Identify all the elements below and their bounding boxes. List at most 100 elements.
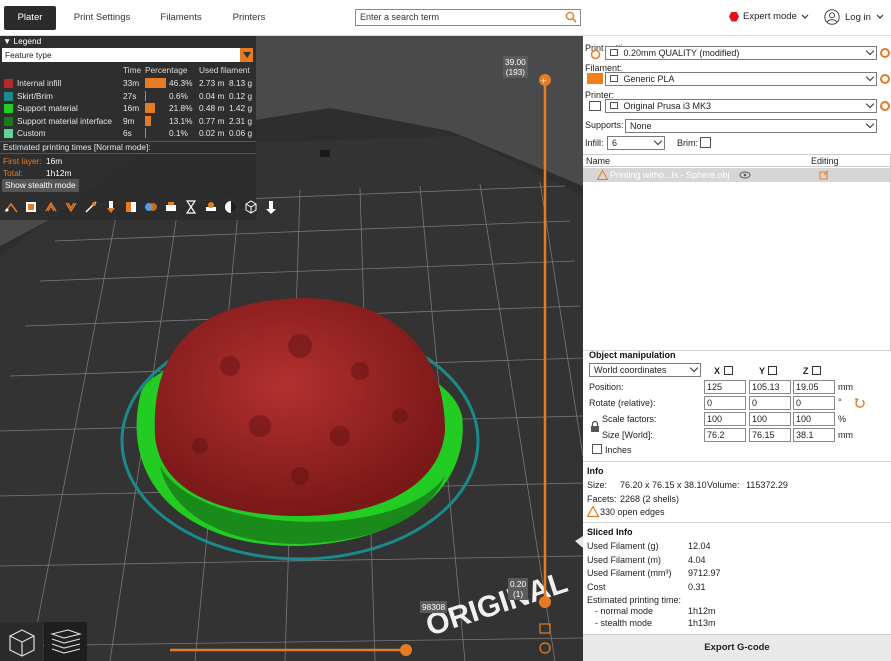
position-y-input[interactable]: 105.13	[749, 380, 791, 394]
scale-x-input[interactable]: 100	[704, 412, 746, 426]
chevron-down-icon	[865, 46, 875, 56]
dropdown-arrow-icon	[240, 48, 253, 62]
show-stealth-mode-button[interactable]: Show stealth mode	[2, 179, 79, 192]
search-input[interactable]: Enter a search term	[355, 9, 581, 26]
stealth-mode-label: - stealth mode	[595, 618, 653, 628]
export-gcode-button[interactable]: Export G-code	[583, 634, 891, 661]
eye-icon[interactable]	[739, 171, 751, 179]
legend-color-swatch	[4, 91, 13, 101]
legend-row[interactable]: Skirt/Brim 27s 0.6% 0.04 m 0.12 g	[0, 90, 256, 102]
object-name: Printing witho...ls - Sphere.obj	[610, 170, 730, 180]
legend-time: 16m	[123, 103, 140, 113]
rotate-z-input[interactable]: 0	[793, 396, 835, 410]
legend-percentage: 21.8%	[169, 103, 193, 113]
legend-title: Legend	[13, 36, 42, 46]
axis-x-icon	[724, 366, 733, 375]
legend-row[interactable]: Support material interface 9m 13.1% 0.77 m 2…	[0, 115, 256, 127]
layers-icon	[50, 629, 82, 654]
move-slider-handle[interactable]	[400, 644, 412, 656]
login-button[interactable]: Log in	[824, 9, 884, 25]
printer-select[interactable]: Original Prusa i3 MK3	[605, 99, 877, 113]
scale-z-input[interactable]: 100	[793, 412, 835, 426]
legend-color-swatch	[4, 79, 13, 88]
filament-color-swatch[interactable]	[587, 73, 603, 84]
search-icon[interactable]	[565, 11, 577, 23]
edit-icon[interactable]	[819, 170, 829, 180]
object-list-item[interactable]: Printing witho...ls - Sphere.obj	[583, 168, 890, 182]
tab-filaments[interactable]: Filaments	[150, 6, 212, 30]
legend-header[interactable]: ▼ Legend	[0, 36, 256, 47]
layer-top-label: 39.00 (193)	[503, 56, 528, 78]
tab-plater[interactable]: Plater	[4, 6, 56, 30]
col-name: Name	[586, 156, 611, 166]
retractions-icon[interactable]	[43, 199, 59, 215]
printer-value: Original Prusa i3 MK3	[623, 101, 712, 111]
tab-printers[interactable]: Printers	[222, 6, 276, 30]
preview-button[interactable]	[44, 622, 87, 661]
view-3d-button[interactable]	[0, 622, 43, 661]
brim-checkbox[interactable]	[700, 137, 711, 148]
gear-icon[interactable]	[880, 74, 890, 84]
gear-icon[interactable]	[880, 48, 890, 58]
size-x-input[interactable]: 76.2	[704, 428, 746, 442]
position-z-input[interactable]: 19.05	[793, 380, 835, 394]
print-settings-select[interactable]: 0.20mm QUALITY (modified)	[605, 46, 877, 60]
shells-icon[interactable]	[223, 199, 239, 215]
supports-select[interactable]: None	[625, 119, 877, 133]
mode-label: Expert mode	[743, 11, 797, 22]
travel-icon[interactable]	[3, 199, 19, 215]
chevron-down-icon	[865, 99, 875, 109]
reset-rotation-icon[interactable]	[854, 397, 865, 408]
tool-marker-icon[interactable]	[243, 199, 259, 215]
filament-value: Generic PLA	[623, 74, 675, 84]
infill-value: 6	[612, 138, 618, 148]
gear-icon[interactable]	[880, 101, 890, 111]
mode-selector[interactable]: Expert mode	[729, 11, 809, 22]
legend-percentage-bar	[145, 103, 155, 113]
scale-y-input[interactable]: 100	[749, 412, 791, 426]
pause-prints-icon[interactable]	[143, 199, 159, 215]
legend-percentage-bar	[145, 128, 146, 138]
legend-color-swatch	[4, 129, 13, 138]
legend-row[interactable]: Custom 6s 0.1% 0.02 m 0.06 g	[0, 127, 256, 139]
view-type-select[interactable]: Feature type	[2, 48, 253, 62]
rotate-y-input[interactable]: 0	[749, 396, 791, 410]
tool-changes-icon[interactable]	[103, 199, 119, 215]
scale-label: Scale factors:	[602, 414, 657, 424]
col-editing: Editing	[811, 156, 839, 166]
total-time-value: 1h12m	[46, 168, 72, 178]
custom-gcodes-icon[interactable]	[163, 199, 179, 215]
filament-select[interactable]: Generic PLA	[605, 72, 877, 86]
tab-print-settings[interactable]: Print Settings	[66, 6, 138, 30]
sliced-info-label: Used Filament (m)	[587, 554, 662, 565]
lock-icon[interactable]	[590, 421, 600, 432]
legend-meters: 0.02 m	[199, 128, 225, 138]
deretractions-icon[interactable]	[63, 199, 79, 215]
center-of-gravity-icon[interactable]	[203, 199, 219, 215]
color-changes-icon[interactable]	[123, 199, 139, 215]
legend-row[interactable]: Internal infill 33m 46.3% 2.73 m 8.13 g	[0, 77, 256, 89]
supports-label: Supports:	[585, 120, 624, 130]
infill-select[interactable]: 6	[607, 136, 665, 150]
wipe-icon[interactable]	[23, 199, 39, 215]
chevron-down-icon	[865, 72, 875, 82]
info-title: Info	[587, 466, 604, 476]
size-z-input[interactable]: 38.1	[793, 428, 835, 442]
position-x-input[interactable]: 125	[704, 380, 746, 394]
inches-checkbox[interactable]	[592, 444, 602, 454]
legend-toggle-icon[interactable]	[263, 199, 279, 215]
legend-meters: 2.73 m	[199, 78, 225, 88]
layer-slider-bottom-handle[interactable]	[539, 596, 551, 608]
size-y-input[interactable]: 76.15	[749, 428, 791, 442]
normal-mode-value: 1h12m	[688, 606, 716, 616]
legend-row[interactable]: Support material 16m 21.8% 0.48 m 1.42 g	[0, 102, 256, 114]
seams-icon[interactable]	[83, 199, 99, 215]
supports-value: None	[630, 121, 652, 131]
chevron-down-icon	[876, 14, 884, 19]
hourglass-icon[interactable]	[183, 199, 199, 215]
legend-visibility-toolbar	[3, 199, 279, 215]
top-toolbar: Plater Print Settings Filaments Printers…	[0, 0, 891, 36]
expert-mode-icon	[729, 11, 739, 22]
rotate-x-input[interactable]: 0	[704, 396, 746, 410]
coordinate-system-select[interactable]: World coordinates	[589, 363, 701, 377]
